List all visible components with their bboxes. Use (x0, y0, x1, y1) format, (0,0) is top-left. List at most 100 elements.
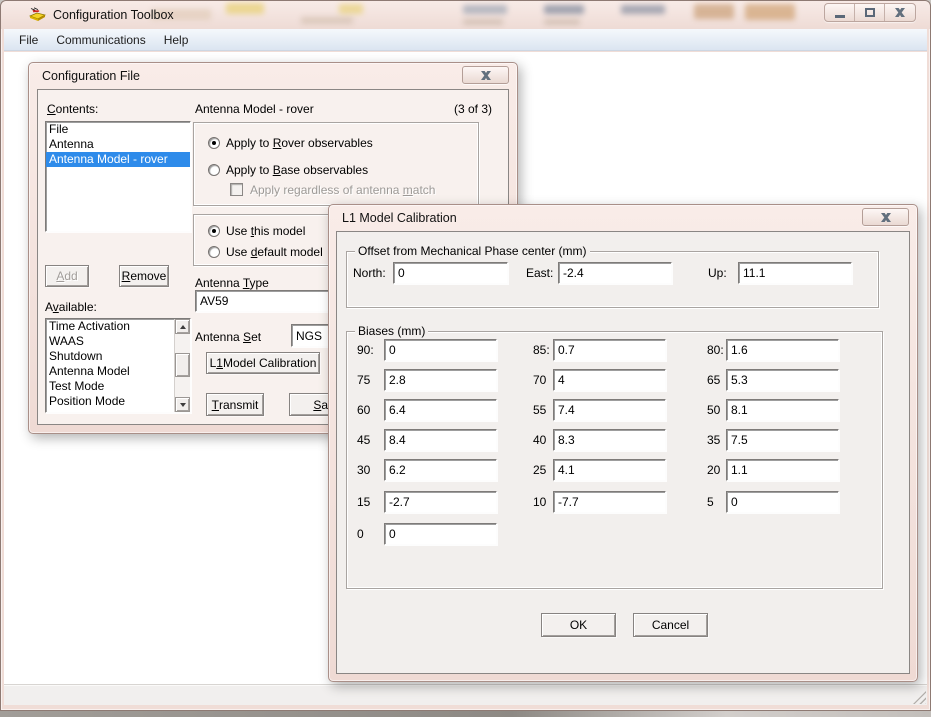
up-input[interactable] (738, 262, 852, 284)
east-input[interactable] (558, 262, 672, 284)
available-listbox[interactable]: Time Activation WAAS Shutdown Antenna Mo… (45, 318, 191, 413)
north-label: North: (353, 266, 386, 280)
titlebar-blur-artifact (339, 4, 363, 14)
menu-communications[interactable]: Communications (47, 30, 154, 50)
available-scrollbar[interactable] (174, 319, 190, 412)
bias-label-40: 40 (533, 433, 546, 447)
close-button[interactable] (885, 4, 915, 21)
bias-input-20[interactable] (726, 459, 839, 481)
north-input[interactable] (393, 262, 508, 284)
available-item[interactable]: Position Mode (46, 394, 174, 409)
titlebar-blur-artifact (463, 5, 507, 14)
dialog-title: L1 Model Calibration (342, 211, 457, 225)
bias-label-15: 15 (357, 495, 370, 509)
bias-label-85: 85: (533, 343, 550, 357)
east-label: East: (526, 266, 553, 280)
apply-base-label[interactable]: Apply to Base observables (226, 163, 368, 177)
menu-help[interactable]: Help (155, 30, 198, 50)
bias-input-55[interactable] (553, 399, 666, 421)
maximize-button[interactable] (855, 4, 885, 21)
menu-file[interactable]: File (10, 30, 47, 50)
apply-base-radio[interactable] (208, 164, 220, 176)
bias-input-45[interactable] (384, 429, 497, 451)
dialog-title: Configuration File (42, 69, 140, 83)
bias-input-30[interactable] (384, 459, 497, 481)
resize-grip[interactable] (913, 691, 926, 704)
available-label: Available: (45, 300, 97, 314)
arrow-down-icon (180, 403, 186, 407)
titlebar-blur-artifact (463, 19, 503, 25)
bias-input-60[interactable] (384, 399, 497, 421)
offset-group-legend: Offset from Mechanical Phase center (mm) (355, 244, 590, 258)
use-this-model-label[interactable]: Use this model (226, 224, 305, 238)
bias-label-25: 25 (533, 463, 546, 477)
available-item[interactable]: Time Activation (46, 319, 174, 334)
use-this-model-radio[interactable] (208, 225, 220, 237)
scroll-up-button[interactable] (175, 319, 190, 334)
biases-group-legend: Biases (mm) (355, 324, 428, 338)
titlebar-blur-artifact (301, 17, 353, 24)
bias-input-85[interactable] (553, 339, 666, 361)
l1-model-calibration-button[interactable]: L1 Model Calibration (206, 352, 320, 374)
bias-input-80[interactable] (726, 339, 839, 361)
close-icon (881, 213, 891, 222)
remove-button[interactable]: Remove (119, 265, 169, 287)
cancel-button[interactable]: Cancel (633, 613, 708, 637)
minimize-icon (835, 15, 845, 18)
minimize-button[interactable] (825, 4, 855, 21)
bias-input-15[interactable] (384, 491, 497, 513)
available-item[interactable]: WAAS (46, 334, 174, 349)
use-default-model-label[interactable]: Use default model (226, 245, 323, 259)
bias-input-25[interactable] (553, 459, 666, 481)
bias-input-5[interactable] (726, 491, 839, 513)
desktop-background (0, 711, 931, 717)
bias-input-75[interactable] (384, 369, 497, 391)
bias-input-10[interactable] (553, 491, 666, 513)
bias-label-70: 70 (533, 373, 546, 387)
apply-rover-label[interactable]: Apply to Rover observables (226, 136, 373, 150)
bias-input-65[interactable] (726, 369, 839, 391)
bias-label-75: 75 (357, 373, 370, 387)
apply-regardless-checkbox[interactable] (230, 183, 243, 196)
bias-label-35: 35 (707, 433, 720, 447)
bias-input-40[interactable] (553, 429, 666, 451)
contents-listbox[interactable]: File Antenna Antenna Model - rover (45, 121, 191, 232)
l1-dialog-close-button[interactable] (862, 208, 909, 226)
transmit-button[interactable]: Transmit (206, 393, 264, 416)
bias-label-90: 90: (357, 343, 374, 357)
config-dialog-close-button[interactable] (462, 66, 509, 84)
available-item[interactable]: Test Mode (46, 379, 174, 394)
antenna-set-label: Antenna Set (195, 330, 261, 344)
up-label: Up: (708, 266, 727, 280)
page-indicator: (3 of 3) (454, 102, 492, 116)
bias-input-50[interactable] (726, 399, 839, 421)
contents-item-selected[interactable]: Antenna Model - rover (46, 152, 190, 167)
apply-regardless-label: Apply regardless of antenna match (250, 183, 435, 197)
available-item[interactable]: Antenna Model (46, 364, 174, 379)
bias-label-0: 0 (357, 527, 364, 541)
available-item[interactable]: Shutdown (46, 349, 174, 364)
titlebar-blur-artifact (544, 5, 584, 14)
close-icon (481, 71, 491, 80)
menu-bar: File Communications Help (4, 29, 927, 51)
l1-dialog-content: Offset from Mechanical Phase center (mm)… (336, 231, 910, 674)
panel-title: Antenna Model - rover (195, 102, 314, 116)
scroll-down-button[interactable] (175, 397, 190, 412)
arrow-up-icon (180, 325, 186, 329)
add-button[interactable]: Add (45, 265, 89, 287)
scroll-thumb[interactable] (175, 353, 190, 377)
bias-input-90[interactable] (384, 339, 497, 361)
bias-input-70[interactable] (553, 369, 666, 391)
bias-label-65: 65 (707, 373, 720, 387)
bias-input-0[interactable] (384, 523, 497, 545)
contents-item[interactable]: Antenna (46, 137, 190, 152)
contents-item[interactable]: File (46, 122, 190, 137)
titlebar-blur-artifact (745, 4, 795, 20)
bias-label-50: 50 (707, 403, 720, 417)
main-titlebar[interactable]: Configuration Toolbox (1, 1, 930, 29)
bias-input-35[interactable] (726, 429, 839, 451)
antenna-type-label: Antenna Type (195, 276, 269, 290)
use-default-model-radio[interactable] (208, 246, 220, 258)
apply-rover-radio[interactable] (208, 137, 220, 149)
ok-button[interactable]: OK (541, 613, 616, 637)
